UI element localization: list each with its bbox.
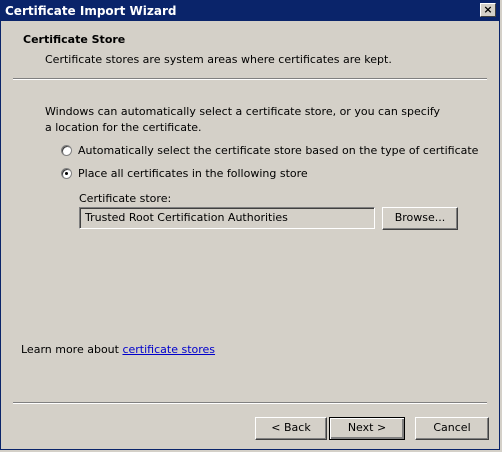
option-auto-select[interactable]: Automatically select the certificate sto… bbox=[61, 142, 478, 158]
option-auto-select-label: Automatically select the certificate sto… bbox=[78, 143, 479, 157]
wizard-window: Certificate Import Wizard × Certificate … bbox=[0, 0, 500, 450]
option-place-in-store[interactable]: Place all certificates in the following … bbox=[61, 165, 308, 181]
wizard-header: Certificate Store Certificate stores are… bbox=[1, 21, 499, 83]
back-button[interactable]: < Back bbox=[255, 417, 327, 440]
page-title: Certificate Store bbox=[23, 33, 126, 46]
next-button[interactable]: Next > bbox=[329, 417, 405, 440]
title-bar[interactable]: Certificate Import Wizard × bbox=[1, 1, 499, 21]
cancel-button[interactable]: Cancel bbox=[415, 417, 489, 440]
option-place-in-store-label: Place all certificates in the following … bbox=[78, 166, 308, 180]
certificate-store-field[interactable]: Trusted Root Certification Authorities bbox=[79, 207, 375, 229]
radio-auto-select[interactable] bbox=[61, 144, 72, 156]
description-text: Windows can automatically select a certi… bbox=[45, 105, 441, 134]
close-button[interactable]: × bbox=[480, 3, 496, 17]
learn-more-text: Learn more about certificate stores bbox=[21, 343, 215, 356]
window-title: Certificate Import Wizard bbox=[5, 4, 177, 18]
learn-more-prefix: Learn more about bbox=[21, 343, 123, 356]
page-subtitle: Certificate stores are system areas wher… bbox=[45, 53, 392, 66]
radio-place-in-store[interactable] bbox=[61, 167, 72, 179]
header-divider bbox=[13, 78, 487, 80]
certificate-store-label: Certificate store: bbox=[79, 192, 172, 205]
footer-divider bbox=[13, 402, 487, 404]
close-icon: × bbox=[483, 3, 493, 16]
certificate-stores-link[interactable]: certificate stores bbox=[122, 343, 215, 356]
browse-button[interactable]: Browse... bbox=[382, 207, 458, 230]
